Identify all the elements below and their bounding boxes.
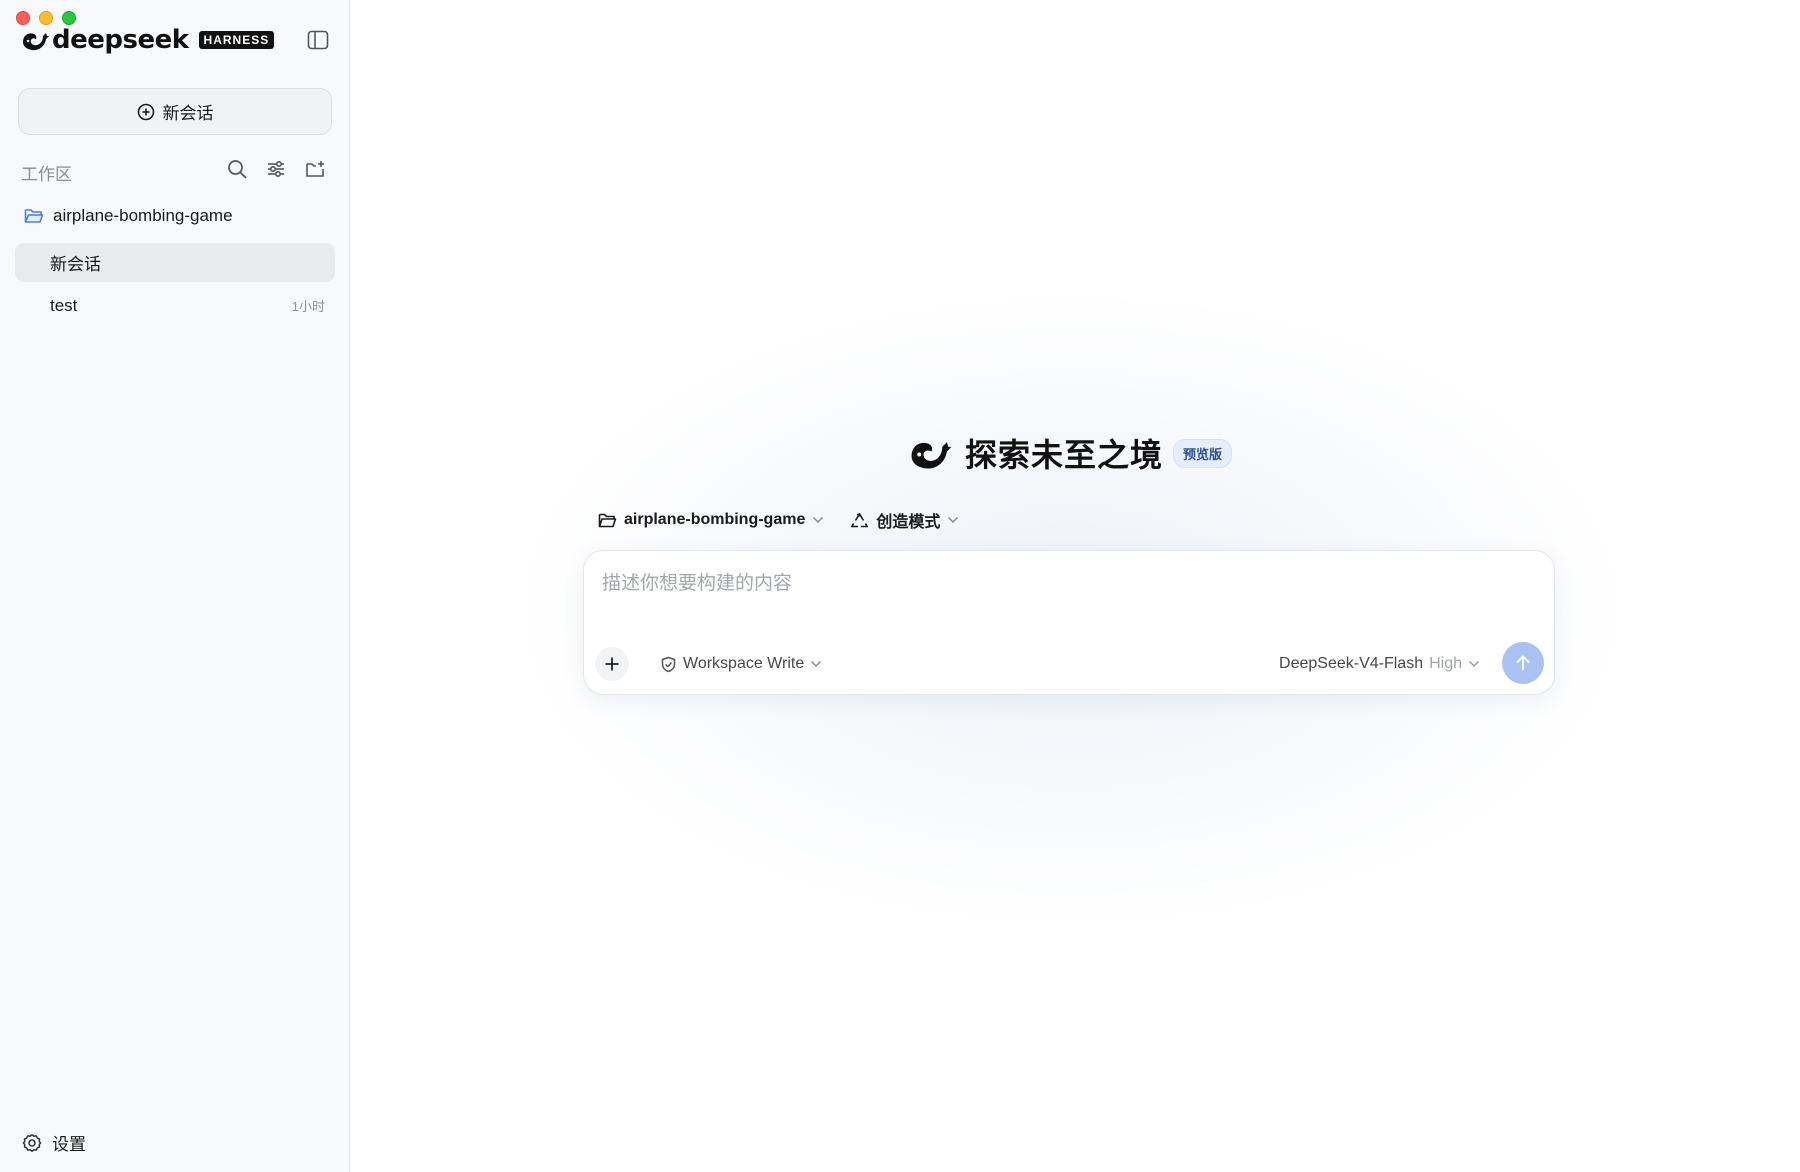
folder-open-icon [24,209,44,223]
sliders-icon[interactable] [265,158,287,180]
window-controls [16,11,76,25]
mode-selector[interactable]: 创造模式 [850,508,959,532]
context-selectors: airplane-bombing-game 创造模式 [598,508,959,532]
search-icon[interactable] [226,158,248,180]
project-selector-label: airplane-bombing-game [624,511,806,528]
shield-check-icon [661,656,676,672]
sidebar: deepseek HARNESS 新会话 工作区 airplane-bombin… [0,0,350,1172]
app-window: deepseek HARNESS 新会话 工作区 airplane-bombin… [0,0,1800,1172]
mode-selector-label: 创造模式 [876,514,941,531]
workspace-heading: 工作区 [21,165,72,184]
recycle-icon [851,512,869,527]
settings-label: 设置 [52,1135,86,1154]
plus-circle-icon [137,103,154,120]
workspace-toolbar [226,158,326,180]
workspace-folder-name: airplane-bombing-game [53,206,233,225]
attach-button[interactable] [595,647,629,681]
chat-list-item[interactable]: 新会话 [15,243,335,282]
reasoning-effort: High [1429,655,1462,672]
chevron-down-icon [948,516,959,524]
message-composer: Workspace Write DeepSeek-V4-Flash High [583,550,1555,695]
model-name: DeepSeek-V4-Flash [1279,655,1424,672]
main-panel: 探索未至之境 预览版 airplane-bombing-game 创造模式 描述… [351,0,1800,1172]
brand-badge: HARNESS [198,31,275,49]
whale-icon [911,442,952,469]
preview-badge: 预览版 [1173,438,1233,468]
send-button[interactable] [1502,642,1544,684]
gear-icon [22,1133,42,1152]
sidebar-panel-icon[interactable] [307,30,329,50]
new-chat-button[interactable]: 新会话 [18,88,332,135]
welcome-hero: 探索未至之境 预览版 [907,429,1233,477]
plus-icon [605,657,619,671]
model-selector[interactable]: DeepSeek-V4-Flash High [1279,655,1480,673]
new-folder-icon[interactable] [304,158,326,180]
arrow-up-icon [1516,655,1530,671]
maximize-window-button[interactable] [62,11,76,25]
minimize-window-button[interactable] [39,11,53,25]
whale-icon [23,33,49,51]
chat-title: test [50,295,78,315]
chevron-down-icon [813,516,824,524]
project-selector[interactable]: airplane-bombing-game [598,511,824,529]
workspace-folder[interactable]: airplane-bombing-game [24,206,233,226]
settings-button[interactable]: 设置 [22,1130,86,1155]
page-title: 探索未至之境 [965,437,1164,473]
permission-label: Workspace Write [683,655,805,672]
close-window-button[interactable] [16,11,30,25]
brand-logo: deepseek HARNESS [20,25,275,55]
chat-title: 新会话 [50,255,101,274]
chat-list-item[interactable]: test 1小时 [15,286,335,325]
permission-selector[interactable]: Workspace Write [660,655,822,673]
new-chat-label: 新会话 [162,104,214,123]
prompt-input[interactable] [602,569,1532,599]
brand-wordmark: deepseek [52,25,189,55]
chat-time: 1小时 [291,299,325,314]
chevron-down-icon [1468,660,1480,668]
chevron-down-icon [811,660,822,668]
folder-icon [598,513,617,527]
